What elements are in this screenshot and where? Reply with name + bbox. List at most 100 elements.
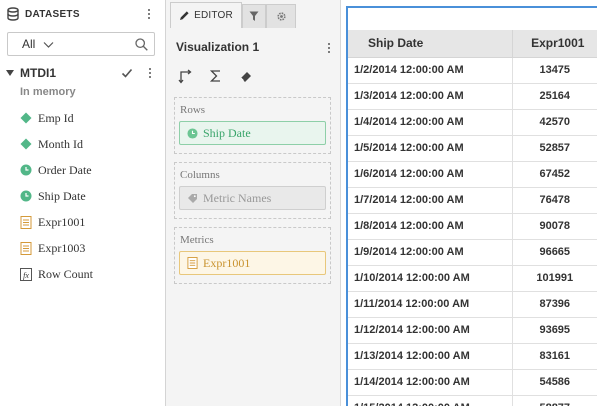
tab-editor-label: EDITOR [194,10,233,21]
rows-ship-date-pill[interactable]: Ship Date [179,121,326,145]
cell-ship-date[interactable]: 1/7/2014 12:00:00 AM [348,187,513,214]
field-month-id[interactable]: Month Id [20,135,83,153]
cell-expr1001[interactable]: 13475 [512,57,597,84]
cell-ship-date[interactable]: 1/4/2014 12:00:00 AM [348,109,513,136]
visualization-title[interactable]: Visualization 1 [176,40,259,54]
attribute-icon [20,112,32,125]
cell-ship-date[interactable]: 1/6/2014 12:00:00 AM [348,161,513,188]
rows-pill-label: Ship Date [203,125,251,140]
sigma-icon[interactable] [208,68,224,84]
table-row: 1/15/2014 12:00:00 AM58877 [348,395,597,406]
editor-panel: EDITOR Visualization 1 Rows Ship Date Co… [166,0,341,406]
cell-expr1001[interactable]: 76478 [512,187,597,214]
cell-expr1001[interactable]: 58877 [512,395,597,406]
dataset-name[interactable]: MTDI1 [20,66,121,80]
grid-header-ship-date[interactable]: Ship Date [348,30,513,58]
rows-dropzone[interactable]: Rows Ship Date [174,97,331,154]
tab-editor[interactable]: EDITOR [170,2,242,28]
metrics-expr1001-pill[interactable]: Expr1001 [179,251,326,275]
columns-metric-names-pill[interactable]: Metric Names [179,186,326,210]
cell-ship-date[interactable]: 1/10/2014 12:00:00 AM [348,265,513,292]
pencil-icon [180,11,189,20]
table-row: 1/12/2014 12:00:00 AM 93695 [348,317,597,344]
field-name: Row Count [38,266,94,281]
field-expr1001[interactable]: Expr1001 [20,213,85,231]
table-row: 1/2/2014 12:00:00 AM 13475 [348,57,597,84]
collapse-triangle-icon[interactable] [6,69,14,77]
metrics-dropzone[interactable]: Metrics Expr1001 [174,227,331,284]
attribute-icon [20,138,32,151]
dataset-filter-dropdown[interactable]: All [22,37,54,51]
cell-ship-date[interactable]: 1/9/2014 12:00:00 AM [348,239,513,266]
field-name: Expr1001 [38,214,86,229]
grid-header-row: Ship Date Expr1001 [348,30,597,58]
cell-ship-date[interactable]: 1/3/2014 12:00:00 AM [348,83,513,110]
grid-body: 1/2/2014 12:00:00 AM 13475 1/3/2014 12:00:… [348,57,597,406]
field-name: Expr1003 [38,240,86,255]
rows-label: Rows [180,104,206,116]
cell-ship-date[interactable]: 1/5/2014 12:00:00 AM [348,135,513,162]
metrics-label: Metrics [180,234,214,246]
cell-expr1001[interactable]: 83161 [512,343,597,370]
table-row: 1/14/2014 12:00:00 AM 54586 [348,369,597,396]
field-emp-id[interactable]: Emp Id [20,109,74,127]
metric-icon [186,257,198,269]
columns-dropzone[interactable]: Columns Metric Names [174,162,331,219]
cell-expr1001[interactable]: 42570 [512,109,597,136]
field-name: Ship Date [38,188,86,203]
filter-icon [249,11,259,21]
field-name: Month Id [38,136,83,151]
cell-expr1001[interactable]: 25164 [512,83,597,110]
field-ship-date[interactable]: Ship Date [20,187,86,205]
cell-expr1001[interactable]: 90078 [512,213,597,240]
visualization-menu-icon[interactable] [322,43,336,53]
cell-ship-date[interactable]: 1/8/2014 12:00:00 AM [348,213,513,240]
dataset-filter-value: All [22,37,36,51]
tab-settings[interactable] [266,4,296,28]
cell-expr1001[interactable]: 96665 [512,239,597,266]
cell-expr1001[interactable]: 52857 [512,135,597,162]
datasets-title: DATASETS [25,8,80,20]
chevron-down-icon [43,41,54,48]
cell-expr1001[interactable]: 67452 [512,161,597,188]
cell-expr1001[interactable]: 87396 [512,291,597,318]
metric-icon [20,241,32,255]
eraser-icon[interactable] [238,68,254,84]
cell-ship-date[interactable]: 1/12/2014 12:00:00 AM [348,317,513,344]
cell-ship-date[interactable]: 1/11/2014 12:00:00 AM [348,291,513,318]
clock-icon [20,164,32,177]
visualization-grid-panel[interactable]: Ship Date Expr1001 1/2/2014 12:00:00 AM 1… [346,6,597,406]
cell-ship-date[interactable]: 1/13/2014 12:00:00 AM [348,343,513,370]
field-order-date[interactable]: Order Date [20,161,92,179]
dataset-header-row: MTDI1 [0,64,166,82]
table-row: 1/5/2014 12:00:00 AM 52857 [348,135,597,162]
cell-ship-date[interactable]: 1/15/2014 12:00:00 AM [348,395,513,406]
table-row: 1/3/2014 12:00:00 AM 25164 [348,83,597,110]
cell-expr1001[interactable]: 93695 [512,317,597,344]
cell-expr1001[interactable]: 54586 [512,369,597,396]
table-row: 1/9/2014 12:00:00 AM 96665 [348,239,597,266]
metrics-pill-label: Expr1001 [203,255,251,270]
search-icon[interactable] [135,38,148,51]
field-expr1003[interactable]: Expr1003 [20,239,85,257]
field-row-count[interactable]: fx Row Count [20,265,93,283]
tab-filter[interactable] [242,4,266,28]
formula-icon: fx [20,267,32,281]
datasets-header: DATASETS [0,0,165,28]
field-name: Emp Id [38,110,74,125]
cell-ship-date[interactable]: 1/2/2014 12:00:00 AM [348,57,513,84]
field-name: Order Date [38,162,92,177]
columns-label: Columns [180,169,220,181]
editor-tabs: EDITOR [166,0,341,28]
datasets-menu-icon[interactable] [142,9,156,19]
cell-ship-date[interactable]: 1/14/2014 12:00:00 AM [348,369,513,396]
cell-expr1001[interactable]: 101991 [512,265,597,292]
table-row: 1/11/2014 12:00:00 AM 87396 [348,291,597,318]
grid-header-expr1001[interactable]: Expr1001 [512,30,597,58]
table-row: 1/6/2014 12:00:00 AM 67452 [348,161,597,188]
dataset-menu-icon[interactable] [143,68,157,78]
svg-text:fx: fx [23,271,29,280]
data-grid: Ship Date Expr1001 1/2/2014 12:00:00 AM 1… [348,30,597,406]
swap-axes-icon[interactable] [178,68,194,84]
gear-icon [276,12,286,21]
